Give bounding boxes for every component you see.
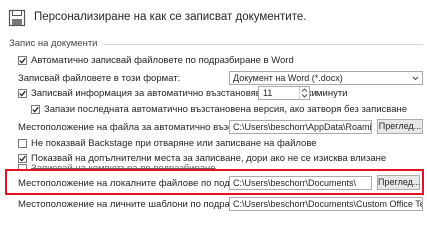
- page-title: Персонализиране на как се записват докум…: [34, 11, 307, 23]
- save-settings-icon: [8, 9, 26, 27]
- keep-last-version-label: Запази последната автоматично възстанове…: [44, 104, 408, 115]
- stepper-buttons[interactable]: [299, 87, 309, 99]
- local-location-input[interactable]: C:\Users\beschorr\Documents\: [229, 176, 372, 190]
- format-label: Записвай файловете в този формат:: [18, 73, 181, 84]
- autorecover-browse-button[interactable]: Преглед...: [377, 119, 423, 134]
- section-divider: [104, 44, 423, 45]
- no-backstage-label: Не показвай Backstage при отваряне или з…: [31, 138, 317, 149]
- autorecover-minutes-value: 11: [263, 88, 273, 98]
- show-more-places-checkbox[interactable]: [18, 154, 27, 163]
- section-title: Запис на документи: [9, 38, 98, 49]
- templates-location-input[interactable]: C:\Users\beschorr\Documents\Custom Offic…: [229, 197, 423, 211]
- format-select[interactable]: Документ на Word (*.docx): [229, 71, 423, 85]
- autorecover-info-checkbox[interactable]: [18, 89, 27, 98]
- autorecover-label: Автоматично записвай файловете по подраз…: [31, 55, 294, 66]
- autorecover-checkbox[interactable]: [18, 56, 27, 65]
- autorecover-location-input[interactable]: C:\Users\beschorr\AppData\Roaming\M: [229, 120, 372, 134]
- no-backstage-checkbox[interactable]: [18, 139, 27, 148]
- local-location-browse-button[interactable]: Преглед...: [377, 175, 420, 190]
- minutes-unit-label: минути: [316, 88, 348, 99]
- format-select-value: Документ на Word (*.docx): [233, 73, 343, 83]
- autorecover-minutes-stepper[interactable]: 11: [258, 86, 310, 100]
- chevron-down-icon: [412, 72, 419, 84]
- keep-last-version-checkbox[interactable]: [31, 105, 40, 114]
